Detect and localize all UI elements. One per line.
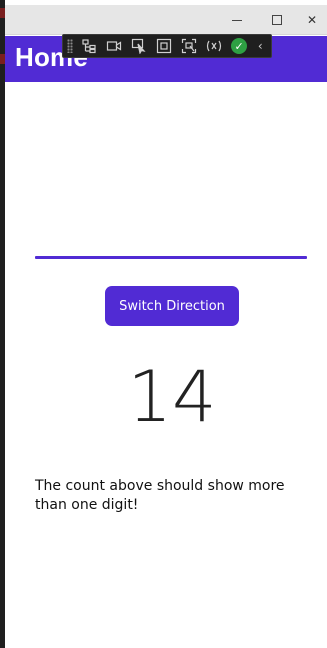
- maximize-button[interactable]: [257, 5, 297, 35]
- close-icon: ✕: [306, 13, 318, 27]
- select-element-icon: [132, 38, 146, 54]
- hot-reload-status[interactable]: ✓: [229, 36, 250, 56]
- minimize-button[interactable]: [217, 5, 257, 35]
- xaml-debug-toolbar[interactable]: ✓ ‹: [62, 34, 272, 58]
- live-visual-tree-button[interactable]: [79, 36, 100, 56]
- layout-adorners-button[interactable]: [154, 36, 175, 56]
- close-button[interactable]: ✕: [295, 5, 327, 35]
- app-window: ✕ Home Switch Direction 14 The count abo…: [5, 5, 327, 648]
- record-button[interactable]: [104, 36, 125, 56]
- minimize-icon: [232, 19, 242, 21]
- hot-reload-button[interactable]: [204, 36, 225, 56]
- hot-reload-icon: [207, 40, 222, 52]
- collapse-toolbar-button[interactable]: ‹: [254, 36, 267, 56]
- track-focus-button[interactable]: [179, 36, 200, 56]
- select-element-button[interactable]: [129, 36, 150, 56]
- display-layout-adorners-icon: [157, 38, 172, 54]
- toolbar-grip[interactable]: [67, 39, 73, 53]
- hot-reload-ok-icon: ✓: [231, 38, 248, 54]
- collapse-toolbar-icon: ‹: [257, 39, 263, 53]
- instruction-text: The count above should show more than on…: [35, 478, 285, 513]
- record-icon: [107, 41, 122, 51]
- live-visual-tree-icon: [82, 39, 96, 54]
- main-content: Switch Direction 14 The count above shou…: [5, 82, 327, 648]
- maximize-icon: [272, 15, 282, 25]
- count-label: 14: [127, 356, 217, 438]
- track-focus-icon: [182, 38, 197, 54]
- progress-bar: [35, 256, 307, 259]
- window-title-bar[interactable]: ✕: [5, 5, 327, 35]
- switch-direction-button[interactable]: Switch Direction: [105, 286, 239, 326]
